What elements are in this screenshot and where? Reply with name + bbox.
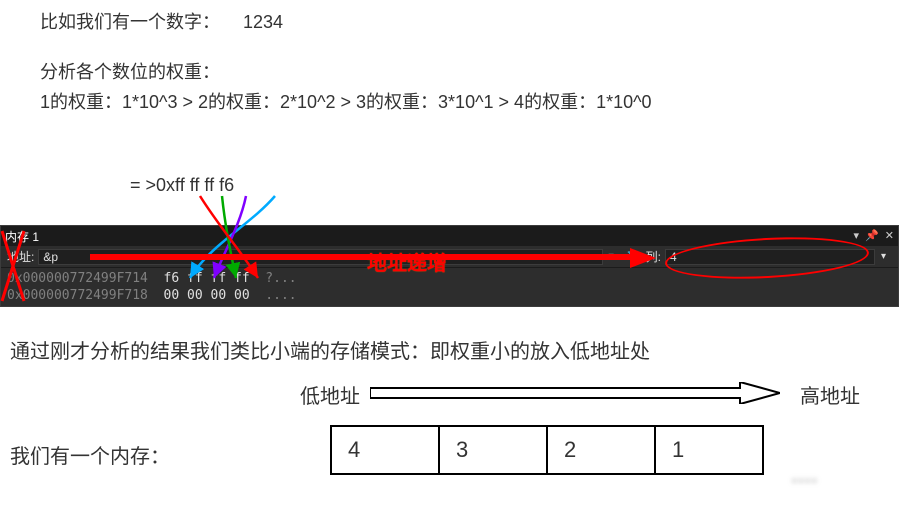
- memory-box-value: 3: [456, 437, 468, 463]
- intro-line-3: 1的权重：1*10^3 > 2的权重：2*10^2 > 3的权重：3*10^1 …: [40, 90, 652, 115]
- refresh-icon[interactable]: ↻: [624, 248, 642, 266]
- memory-row-addr: 0x000000772499F718: [7, 288, 148, 303]
- intro-line-1-prefix: 比如我们有一个数字：: [40, 12, 220, 32]
- memory-row-ascii: ....: [265, 288, 296, 303]
- address-label: 地址:: [7, 248, 34, 265]
- watermark: ■■■■: [791, 475, 891, 500]
- memory-box: 3: [438, 425, 548, 475]
- memory-box-value: 4: [348, 437, 360, 463]
- memory-boxes: 4 3 2 1: [330, 425, 764, 475]
- memory-row-hex: f6 ff ff ff: [164, 271, 250, 286]
- intro-line-2: 分析各个数位的权重：: [40, 60, 220, 85]
- columns-label: 列:: [646, 248, 661, 265]
- memory-box: 1: [654, 425, 764, 475]
- hex-value-label: = >0xff ff ff f6: [130, 175, 234, 196]
- low-address-label: 低地址: [300, 380, 360, 409]
- columns-dropdown-icon[interactable]: ▾: [875, 251, 892, 262]
- address-input[interactable]: [38, 249, 602, 265]
- columns-input[interactable]: [665, 249, 875, 265]
- close-icon[interactable]: ✕: [885, 231, 894, 242]
- memory-row: 0x000000772499F714 f6 ff ff ff ?...: [7, 270, 892, 287]
- memory-box-value: 1: [672, 437, 684, 463]
- memory-panel: 内存 1 ▾ 📌 ✕ 地址: ▾ ↻ 列: ▾ 0x000000772499F7…: [0, 225, 899, 307]
- memory-row-ascii: ?...: [265, 271, 296, 286]
- we-have-memory-label: 我们有一个内存：: [10, 440, 170, 469]
- intro-line-1-number: 1234: [243, 12, 283, 32]
- memory-body: 0x000000772499F714 f6 ff ff ff ?... 0x00…: [1, 268, 898, 306]
- memory-box-value: 2: [564, 437, 576, 463]
- pin-icon[interactable]: 📌: [865, 231, 879, 242]
- memory-row-addr: 0x000000772499F714: [7, 271, 148, 286]
- memory-box: 2: [546, 425, 656, 475]
- dropdown-caret-icon[interactable]: ▾: [854, 231, 860, 242]
- high-address-label: 高地址: [800, 380, 860, 409]
- address-dropdown-icon[interactable]: ▾: [603, 251, 620, 262]
- memory-row: 0x000000772499F718 00 00 00 00 ....: [7, 287, 892, 304]
- memory-address-bar: 地址: ▾ ↻ 列: ▾: [1, 246, 898, 268]
- conclusion-text: 通过刚才分析的结果我们类比小端的存储模式：即权重小的放入低地址处: [10, 335, 650, 364]
- memory-title-bar: 内存 1 ▾ 📌 ✕: [1, 226, 898, 246]
- memory-title: 内存 1: [5, 228, 39, 245]
- memory-row-hex: 00 00 00 00: [164, 288, 250, 303]
- memory-box: 4: [330, 425, 440, 475]
- address-direction-arrow: [370, 382, 780, 404]
- intro-line-1: 比如我们有一个数字： 1234: [40, 10, 283, 35]
